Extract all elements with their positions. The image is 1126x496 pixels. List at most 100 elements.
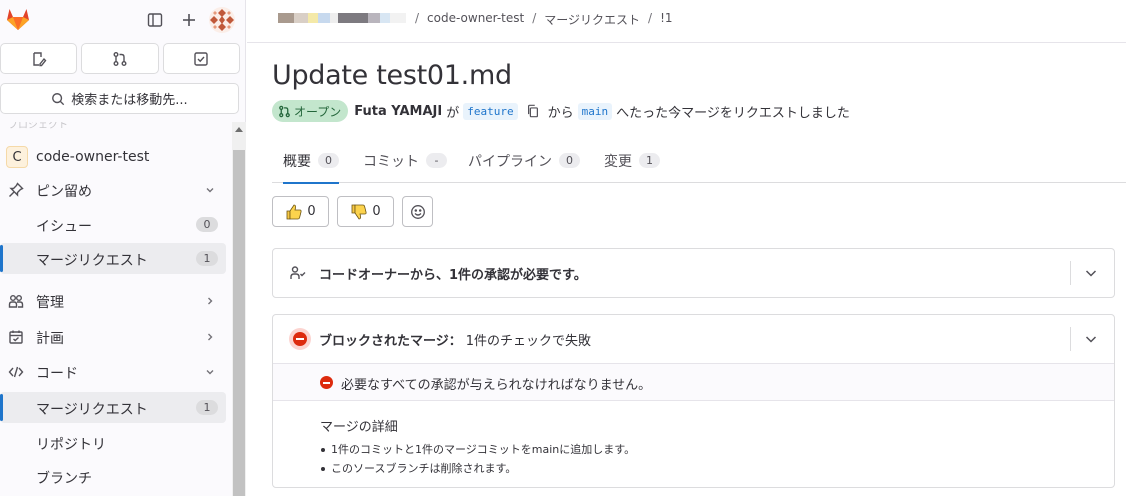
todo-icon bbox=[194, 51, 209, 66]
todo-list-button[interactable] bbox=[162, 43, 240, 74]
calendar-icon bbox=[9, 330, 23, 344]
search-label: 検索または移動先... bbox=[71, 93, 188, 108]
source-branch[interactable]: feature bbox=[463, 102, 518, 120]
failed-status-icon bbox=[289, 328, 311, 350]
thumbs-up-count: 0 bbox=[307, 204, 316, 219]
sidebar-item-label: 管理 bbox=[36, 295, 64, 311]
sidebar-item-label: コード bbox=[36, 366, 78, 382]
issues-icon bbox=[32, 51, 47, 66]
tab-count: - bbox=[426, 153, 447, 168]
breadcrumb-group-redacted[interactable] bbox=[278, 13, 406, 23]
tab-overview[interactable]: 概要 0 bbox=[283, 138, 339, 184]
project-link[interactable]: C code-owner-test bbox=[0, 144, 232, 170]
merge-requests-count-badge: 1 bbox=[196, 251, 218, 266]
status-label: オープン bbox=[294, 104, 342, 119]
sidebar-item-label: マージリクエスト bbox=[36, 402, 148, 418]
list-item: 1件のコミットと1件のマージコミットをmainに追加します。 bbox=[320, 440, 1100, 459]
sidebar-item-manage[interactable]: 管理 bbox=[0, 285, 226, 316]
sidebar-item-branches[interactable]: ブランチ bbox=[0, 461, 226, 492]
sidebar-item-label: ブランチ bbox=[36, 471, 92, 487]
sidebar-item-pinned[interactable]: ピン留め bbox=[0, 174, 226, 205]
search-button[interactable]: 検索または移動先... bbox=[0, 83, 239, 114]
target-branch[interactable]: main bbox=[577, 102, 613, 120]
requirement-text: 必要なすべての承認が与えられなければなりません。 bbox=[341, 378, 652, 393]
gitlab-logo-icon[interactable] bbox=[5, 7, 31, 31]
breadcrumb-project[interactable]: code-owner-test bbox=[427, 11, 524, 28]
thumbs-down-button[interactable]: 0 bbox=[337, 196, 394, 227]
meta-text-tail: へたった今マージをリクエストしました bbox=[616, 105, 850, 121]
merge-blocked-subtitle: 1件のチェックで失敗 bbox=[465, 334, 592, 349]
list-item: このソースブランチは削除されます。 bbox=[320, 459, 1100, 478]
tab-pipelines[interactable]: パイプライン 0 bbox=[468, 138, 580, 183]
chevron-down-icon bbox=[206, 188, 214, 193]
merge-blocked-title: ブロックされたマージ： bbox=[319, 334, 462, 349]
search-icon bbox=[52, 92, 65, 105]
tab-commits[interactable]: コミット - bbox=[363, 138, 447, 183]
merge-requirement-row: 必要なすべての承認が与えられなければなりません。 bbox=[273, 363, 1114, 401]
user-avatar[interactable] bbox=[209, 7, 235, 33]
breadcrumb: / code-owner-test / マージリクエスト / !1 bbox=[415, 11, 673, 28]
sidebar-scrollbar[interactable] bbox=[232, 122, 246, 496]
merge-details: マージの詳細 1件のコミットと1件のマージコミットをmainに追加します。 この… bbox=[320, 416, 1100, 478]
tab-count: 0 bbox=[559, 153, 580, 168]
project-name: code-owner-test bbox=[36, 149, 150, 165]
chevron-right-icon bbox=[208, 297, 213, 305]
sidebar-item-code[interactable]: コード bbox=[0, 356, 226, 387]
thumbs-up-icon bbox=[286, 204, 302, 219]
sidebar-item-label: イシュー bbox=[36, 219, 92, 235]
sidebar-item-label: ピン留め bbox=[36, 184, 92, 200]
chevron-down-icon bbox=[206, 370, 214, 375]
merge-details-title: マージの詳細 bbox=[320, 420, 398, 435]
top-bar: / code-owner-test / マージリクエスト / !1 bbox=[247, 0, 1126, 43]
page-title: Update test01.md bbox=[272, 60, 512, 91]
approvals-panel: コードオーナーから、1件の承認が必要です。 bbox=[272, 248, 1115, 298]
assigned-issues-button[interactable] bbox=[0, 43, 78, 74]
merge-requests-count-badge: 1 bbox=[196, 400, 218, 415]
quick-actions bbox=[0, 43, 240, 74]
main-content: / code-owner-test / マージリクエスト / !1 Update… bbox=[247, 0, 1126, 496]
project-section-heading: プロジェクト bbox=[8, 122, 68, 131]
project-avatar: C bbox=[6, 146, 28, 168]
copy-icon[interactable] bbox=[526, 104, 540, 118]
pin-icon bbox=[9, 182, 24, 197]
breadcrumb-merge-requests[interactable]: マージリクエスト bbox=[544, 11, 640, 28]
merge-details-list: 1件のコミットと1件のマージコミットをmainに追加します。 このソースブランチ… bbox=[320, 440, 1100, 478]
smiley-icon bbox=[410, 204, 425, 219]
plus-icon[interactable] bbox=[178, 9, 200, 31]
sidebar-item-plan[interactable]: 計画 bbox=[0, 321, 226, 352]
tab-changes[interactable]: 変更 1 bbox=[604, 138, 660, 183]
sidebar-item-label: マージリクエスト bbox=[36, 253, 148, 269]
chevron-down-icon[interactable] bbox=[1084, 332, 1098, 346]
toggle-sidebar-icon[interactable] bbox=[144, 9, 166, 31]
meta-text-ga: が bbox=[446, 105, 460, 121]
approvals-text: コードオーナーから、1件の承認が必要です。 bbox=[319, 268, 587, 283]
mr-meta: オープン Futa YAMAJI が feature から main へたった今… bbox=[272, 100, 854, 122]
sidebar-item-issues[interactable]: イシュー 0 bbox=[0, 209, 226, 240]
merge-blocked-text: ブロックされたマージ： 1件のチェックで失敗 bbox=[319, 330, 591, 349]
author-link[interactable]: Futa YAMAJI bbox=[354, 104, 442, 119]
sidebar-item-repository[interactable]: リポジトリ bbox=[0, 427, 226, 458]
mr-tabs: 概要 0 コミット - パイプライン 0 変更 1 bbox=[272, 138, 1126, 184]
breadcrumb-current[interactable]: !1 bbox=[660, 11, 672, 28]
scroll-up-arrow-icon[interactable] bbox=[235, 127, 243, 132]
merge-panel-header: ブロックされたマージ： 1件のチェックで失敗 bbox=[273, 315, 1114, 363]
approval-user-check-icon bbox=[290, 266, 306, 279]
chevron-down-icon[interactable] bbox=[1084, 266, 1098, 280]
chevron-right-icon bbox=[208, 333, 213, 341]
sidebar: 検索または移動先... プロジェクト C code-owner-test ピン留… bbox=[0, 0, 246, 496]
sidebar-item-merge-requests[interactable]: マージリクエスト 1 bbox=[0, 392, 226, 423]
sidebar-item-label: 計画 bbox=[36, 331, 64, 347]
sidebar-item-merge-requests-pinned[interactable]: マージリクエスト 1 bbox=[0, 243, 226, 274]
add-reaction-button[interactable] bbox=[402, 196, 433, 227]
merge-status-panel: ブロックされたマージ： 1件のチェックで失敗 必要なすべての承認が与えられなければ… bbox=[272, 314, 1115, 488]
thumbs-up-button[interactable]: 0 bbox=[272, 196, 329, 227]
sidebar-item-label: リポジトリ bbox=[36, 437, 106, 453]
merge-requests-button[interactable] bbox=[81, 43, 159, 74]
scrollbar-thumb[interactable] bbox=[233, 150, 245, 496]
thumbs-down-count: 0 bbox=[372, 204, 381, 219]
users-icon bbox=[8, 295, 24, 308]
merge-request-icon bbox=[279, 105, 290, 117]
failed-check-icon bbox=[320, 376, 333, 389]
tab-count: 0 bbox=[318, 153, 339, 168]
approvals-panel-header: コードオーナーから、1件の承認が必要です。 bbox=[273, 249, 1114, 297]
